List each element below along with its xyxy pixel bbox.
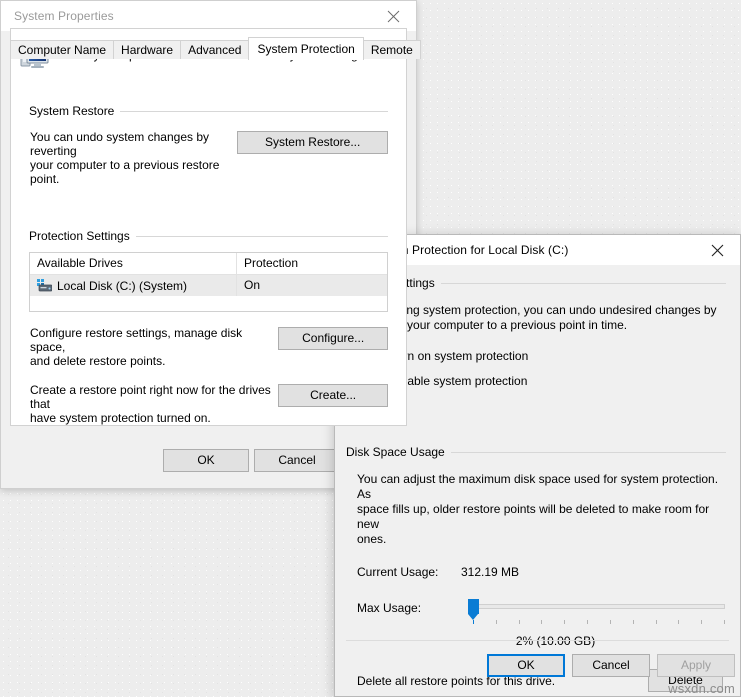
system-restore-desc-line1: You can undo system changes by reverting	[30, 130, 210, 158]
radio-disable-system-protection[interactable]: Disable system protection	[371, 374, 740, 388]
system-protection-tabpage: Use system protection to undo unwanted s…	[10, 28, 407, 426]
create-desc-line1: Create a restore point right now for the…	[30, 383, 271, 411]
slider-tick	[495, 620, 497, 624]
cancel-button[interactable]: Cancel	[254, 449, 340, 472]
ok-button[interactable]: OK	[487, 654, 565, 677]
slider-tick	[678, 620, 680, 624]
disk-space-usage-group-label: Disk Space Usage	[346, 445, 726, 459]
protection-settings-group-text: Protection Settings	[29, 229, 130, 243]
tabstrip[interactable]: Computer Name Hardware Advanced System P…	[10, 37, 421, 60]
configure-desc-line1: Configure restore settings, manage disk …	[30, 326, 243, 354]
slider-tick	[701, 620, 703, 624]
tab-hardware[interactable]: Hardware	[113, 40, 182, 59]
tab-computer-name[interactable]: Computer Name	[10, 40, 115, 59]
watermark: wsxdn.com	[668, 681, 735, 696]
create-button[interactable]: Create...	[278, 384, 388, 407]
current-usage-row: Current Usage: 312.19 MB	[357, 565, 740, 581]
slider-tick	[518, 620, 520, 624]
restore-desc-line1: By enabling system protection, you can u…	[357, 303, 717, 317]
group-rule	[120, 110, 388, 112]
slider-tick	[655, 620, 657, 624]
radio-label-disable: Disable system protection	[390, 374, 528, 388]
system-properties-window[interactable]: System Properties Computer Name Hardware…	[0, 0, 421, 489]
group-rule	[135, 235, 388, 237]
drive-name-cell: Local Disk (C:) (System)	[30, 275, 237, 296]
configure-button[interactable]: Configure...	[278, 327, 388, 350]
system-restore-group-label: System Restore	[29, 104, 388, 118]
table-row[interactable]: Local Disk (C:) (System) On	[30, 275, 387, 296]
slider-thumb[interactable]	[468, 599, 479, 620]
slider-tick	[587, 620, 589, 624]
close-icon[interactable]	[695, 235, 740, 265]
group-rule	[440, 282, 726, 284]
slider-tick	[564, 620, 566, 624]
system-properties-titlebar[interactable]: System Properties	[1, 1, 416, 31]
disk-space-description: You can adjust the maximum disk space us…	[357, 472, 726, 547]
slider-track[interactable]	[473, 604, 725, 609]
configure-description: Configure restore settings, manage disk …	[30, 326, 278, 368]
create-row: Create a restore point right now for the…	[11, 383, 406, 425]
current-usage-label: Current Usage:	[357, 565, 439, 579]
slider-tick	[632, 620, 634, 624]
system-restore-description: You can undo system changes by reverting…	[30, 130, 233, 186]
hard-drive-icon	[37, 279, 52, 292]
close-glyph	[387, 10, 400, 22]
create-description: Create a restore point right now for the…	[30, 383, 278, 425]
tab-system-protection[interactable]: System Protection	[248, 37, 364, 60]
disk-desc-line2: space fills up, older restore points wil…	[357, 502, 710, 531]
close-icon[interactable]	[371, 1, 416, 31]
slider-tick	[541, 620, 543, 624]
protection-settings-group-label: Protection Settings	[29, 229, 388, 243]
column-header-protection: Protection	[244, 256, 299, 270]
available-drives-list[interactable]: Available Drives Protection Local Disk (…	[29, 252, 388, 312]
ok-button[interactable]: OK	[163, 449, 249, 472]
disk-space-usage-group-text: Disk Space Usage	[346, 445, 445, 459]
system-restore-row: You can undo system changes by reverting…	[11, 130, 406, 186]
current-usage-value: 312.19 MB	[461, 565, 520, 579]
system-restore-group-text: System Restore	[29, 104, 115, 118]
slider-tick	[723, 620, 725, 624]
footer-divider	[346, 640, 729, 641]
apply-button: Apply	[657, 654, 735, 677]
system-restore-button[interactable]: System Restore...	[237, 131, 388, 154]
tab-advanced[interactable]: Advanced	[180, 40, 250, 59]
drives-header-row: Available Drives Protection	[30, 253, 387, 275]
close-glyph	[711, 244, 724, 256]
tab-remote[interactable]: Remote	[362, 40, 421, 59]
restore-desc-line2: reverting your computer to a previous po…	[357, 318, 628, 332]
configure-row: Configure restore settings, manage disk …	[11, 326, 406, 368]
max-usage-row: Max Usage:	[357, 598, 740, 626]
radio-turn-on-system-protection[interactable]: Turn on system protection	[371, 349, 740, 363]
radio-label-turn-on: Turn on system protection	[390, 349, 529, 363]
drive-protection-cell: On	[244, 278, 261, 292]
disk-desc-line1: You can adjust the maximum disk space us…	[357, 472, 719, 501]
system-properties-title: System Properties	[14, 9, 114, 23]
create-desc-line2: have system protection turned on.	[30, 411, 211, 425]
group-rule	[450, 451, 726, 453]
slider-tick	[609, 620, 611, 624]
column-header-available-drives: Available Drives	[30, 253, 237, 274]
configure-desc-line2: and delete restore points.	[30, 354, 166, 368]
system-restore-desc-line2: your computer to a previous restore poin…	[30, 158, 220, 186]
slider-tick	[473, 620, 474, 624]
cancel-button[interactable]: Cancel	[572, 654, 650, 677]
slider-ticks	[473, 620, 725, 624]
max-usage-label: Max Usage:	[357, 601, 422, 615]
restore-settings-description: By enabling system protection, you can u…	[357, 303, 726, 333]
drive-name-label: Local Disk (C:) (System)	[57, 278, 188, 293]
max-usage-slider[interactable]	[457, 598, 725, 624]
disk-desc-line3: ones.	[357, 532, 387, 546]
